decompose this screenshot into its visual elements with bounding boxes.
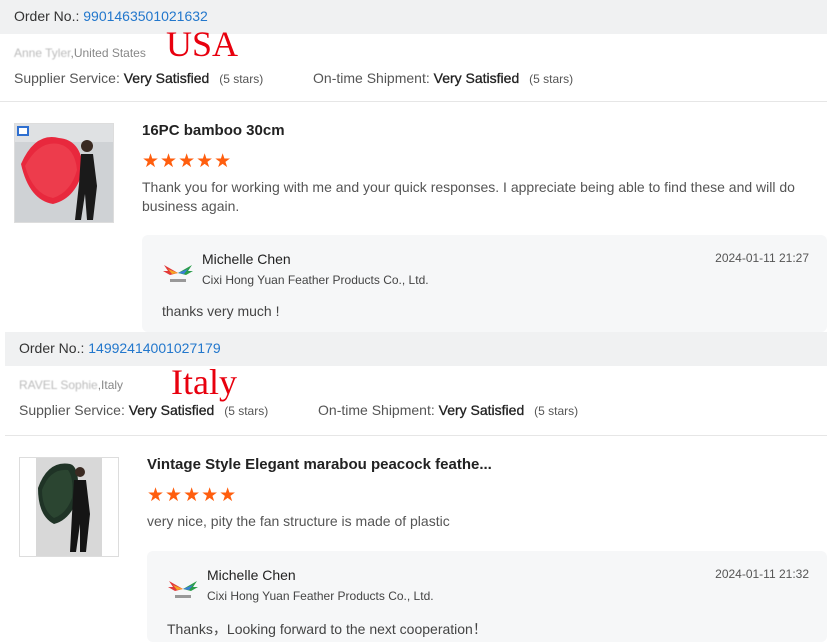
supplier-service-label: Supplier Service: [14, 70, 120, 86]
supplier-service-value: Very Satisfied [128, 402, 215, 418]
order-number-link[interactable]: 9901463501021632 [83, 8, 208, 24]
supplier-service-label: Supplier Service: [19, 402, 125, 418]
shipment-label: On-time Shipment: [318, 402, 435, 418]
divider [5, 435, 827, 436]
ratings-row: Supplier Service: Very Satisfied (5 star… [14, 70, 573, 86]
shipment-label: On-time Shipment: [313, 70, 430, 86]
reply-date: 2024-01-11 21:27 [715, 251, 809, 265]
reply-message: thanks very much ! [162, 303, 280, 319]
shipment-value: Very Satisfied [433, 70, 520, 86]
seller-company: Cixi Hong Yuan Feather Products Co., Ltd… [207, 589, 434, 603]
buyer-country: ,United States [70, 46, 146, 60]
product-title-link[interactable]: 16PC bamboo 30cm [142, 122, 285, 139]
seller-reply: Michelle Chen Cixi Hong Yuan Feather Pro… [147, 551, 827, 642]
product-thumbnail[interactable] [14, 123, 114, 223]
order-bar: Order No.: 14992414001027179 [5, 332, 827, 366]
supplier-service-value: Very Satisfied [123, 70, 210, 86]
rating-stars: ★★★★★ [142, 151, 233, 172]
shipment-stars: (5 stars) [529, 72, 574, 86]
shipment-value: Very Satisfied [438, 402, 525, 418]
product-thumbnail[interactable] [19, 457, 119, 557]
order-bar: Order No.: 9901463501021632 [0, 0, 827, 34]
review-card: Order No.: 9901463501021632 Anne Tyler,U… [0, 0, 827, 332]
feather-wings-logo-icon [168, 581, 198, 598]
supplier-service-stars: (5 stars) [219, 72, 264, 86]
reply-date: 2024-01-11 21:32 [715, 567, 809, 581]
red-feather-fan-icon [15, 124, 113, 222]
review-comment: Thank you for working with me and your q… [142, 179, 795, 214]
order-number-link[interactable]: 14992414001027179 [88, 340, 220, 356]
rating-stars: ★★★★★ [147, 485, 238, 506]
seller-name: Michelle Chen [207, 567, 296, 583]
buyer-info: Anne Tyler,United States [14, 46, 146, 60]
order-info: Order No.: 14992414001027179 [19, 340, 221, 356]
buyer-name: RAVEL Sophie [19, 378, 98, 392]
ratings-row: Supplier Service: Very Satisfied (5 star… [19, 402, 578, 418]
country-annotation: USA [166, 24, 239, 64]
reply-message: Thanks，Looking forward to the next coope… [167, 621, 487, 637]
buyer-country: ,Italy [97, 378, 124, 392]
order-label: Order No.: [19, 340, 85, 356]
seller-name: Michelle Chen [202, 251, 291, 267]
seller-company: Cixi Hong Yuan Feather Products Co., Ltd… [202, 273, 429, 287]
seller-reply: Michelle Chen Cixi Hong Yuan Feather Pro… [142, 235, 827, 332]
feather-wings-logo-icon [163, 265, 193, 282]
shipment-stars: (5 stars) [534, 404, 579, 418]
peacock-feather-fan-icon [20, 458, 118, 556]
order-info: Order No.: 9901463501021632 [14, 8, 208, 24]
product-title-link[interactable]: Vintage Style Elegant marabou peacock fe… [147, 456, 492, 473]
buyer-name: Anne Tyler [14, 46, 71, 60]
buyer-info: RAVEL Sophie,Italy [19, 378, 123, 392]
review-card: Order No.: 14992414001027179 RAVEL Sophi… [5, 332, 827, 642]
country-annotation: Italy [171, 362, 237, 402]
supplier-service-stars: (5 stars) [224, 404, 269, 418]
order-label: Order No.: [14, 8, 80, 24]
review-comment: very nice, pity the fan structure is mad… [147, 513, 450, 529]
divider [0, 101, 827, 102]
